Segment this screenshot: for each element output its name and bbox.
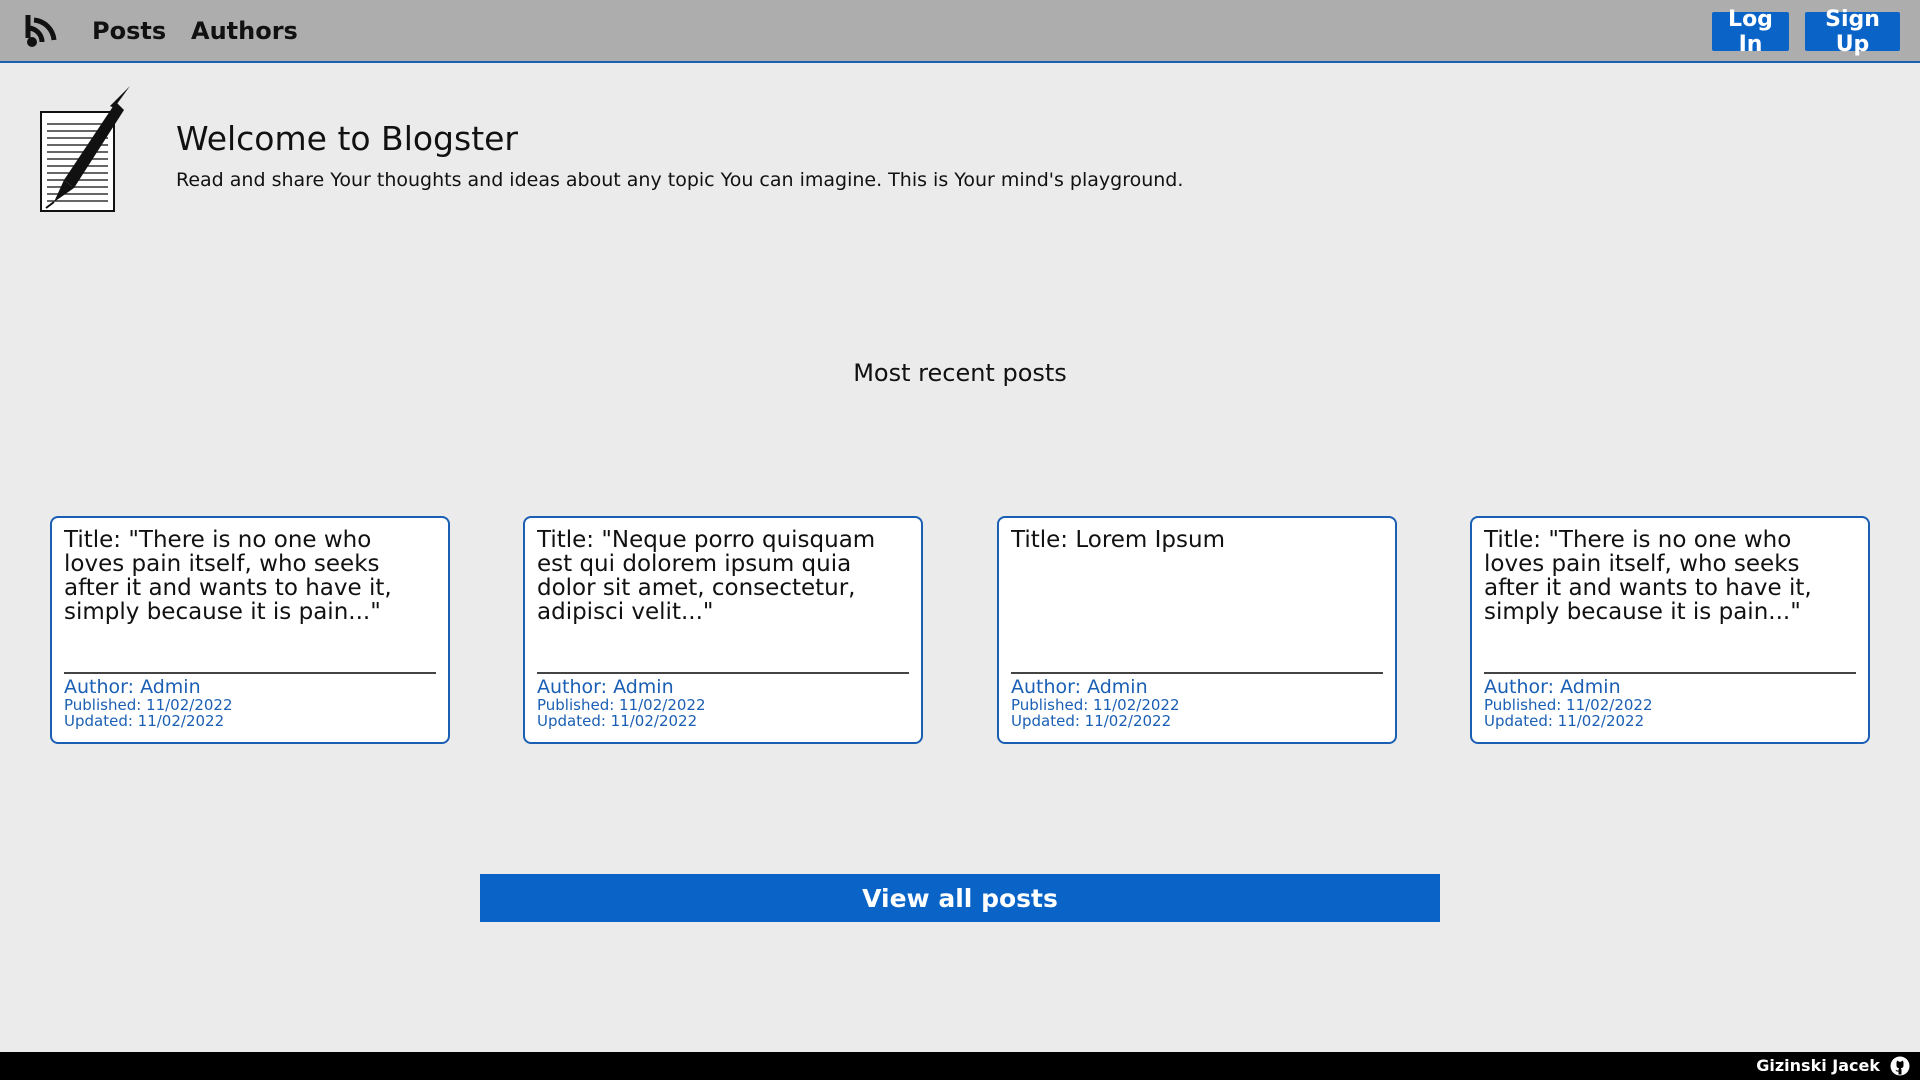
page-subtitle: Read and share Your thoughts and ideas a… — [176, 169, 1184, 191]
blog-feed-icon[interactable] — [24, 12, 62, 50]
card-divider — [537, 672, 909, 674]
post-card[interactable]: Title: Lorem Ipsum Author: Admin Publish… — [997, 516, 1397, 744]
card-divider — [1011, 672, 1383, 674]
login-button[interactable]: Log In — [1712, 7, 1789, 57]
page-title: Welcome to Blogster — [176, 119, 519, 158]
post-author: Author: Admin — [64, 676, 201, 698]
post-updated: Updated: 11/02/2022 — [1011, 712, 1172, 730]
footer: Gizinski Jacek — [0, 1052, 1920, 1080]
post-card[interactable]: Title: "There is no one who loves pain i… — [50, 516, 450, 744]
recent-posts-list: Title: "There is no one who loves pain i… — [0, 516, 1920, 744]
nav-link-authors[interactable]: Authors — [191, 17, 298, 45]
post-updated: Updated: 11/02/2022 — [537, 712, 698, 730]
paper-pen-icon — [38, 84, 134, 212]
card-divider — [1484, 672, 1856, 674]
post-title: Title: "There is no one who loves pain i… — [1484, 528, 1812, 625]
post-published: Published: 11/02/2022 — [537, 696, 706, 714]
post-published: Published: 11/02/2022 — [1011, 696, 1180, 714]
post-card[interactable]: Title: "There is no one who loves pain i… — [1470, 516, 1870, 744]
post-author: Author: Admin — [537, 676, 674, 698]
recent-posts-heading: Most recent posts — [853, 359, 1067, 387]
post-title: Title: "There is no one who loves pain i… — [64, 528, 392, 625]
github-icon[interactable] — [1890, 1056, 1910, 1076]
post-published: Published: 11/02/2022 — [64, 696, 233, 714]
navbar: Posts Authors Log In Sign Up — [0, 0, 1920, 63]
post-author: Author: Admin — [1011, 676, 1148, 698]
post-card[interactable]: Title: "Neque porro quisquam est qui dol… — [523, 516, 923, 744]
post-title: Title: Lorem Ipsum — [1011, 528, 1225, 553]
post-published: Published: 11/02/2022 — [1484, 696, 1653, 714]
card-divider — [64, 672, 436, 674]
signup-button[interactable]: Sign Up — [1805, 7, 1900, 57]
post-updated: Updated: 11/02/2022 — [1484, 712, 1645, 730]
footer-author-name: Gizinski Jacek — [1756, 1056, 1880, 1075]
post-title: Title: "Neque porro quisquam est qui dol… — [537, 528, 876, 625]
post-author: Author: Admin — [1484, 676, 1621, 698]
nav-link-posts[interactable]: Posts — [92, 17, 166, 45]
post-updated: Updated: 11/02/2022 — [64, 712, 225, 730]
view-all-posts-button[interactable]: View all posts — [480, 874, 1440, 922]
